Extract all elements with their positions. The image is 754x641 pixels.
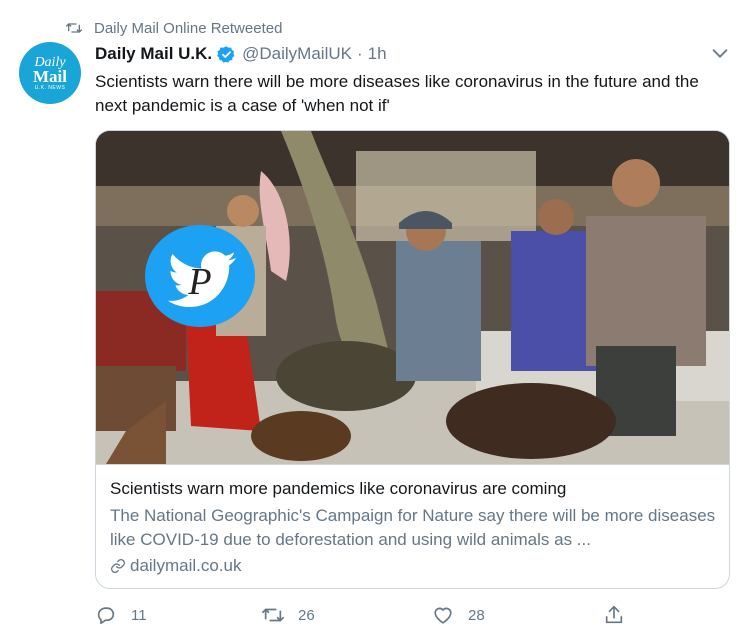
avatar-text-uknews: U.K. NEWS xyxy=(34,84,66,91)
account-handle[interactable]: @DailyMailUK xyxy=(242,44,352,64)
card-image[interactable]: P xyxy=(96,131,729,464)
reply-icon xyxy=(97,607,115,625)
twitter-bird-watermark-icon: P xyxy=(145,225,255,327)
retweet-icon xyxy=(66,23,82,33)
heart-icon xyxy=(434,607,452,624)
tweet-timestamp[interactable]: 1h xyxy=(368,44,387,64)
retweet-icon xyxy=(262,608,284,622)
retweeted-by-text: Daily Mail Online Retweeted xyxy=(94,19,283,37)
header-separator: · xyxy=(356,44,363,63)
avatar[interactable]: Daily Mail U.K. NEWS xyxy=(19,42,81,104)
card-body[interactable]: Scientists warn more pandemics like coro… xyxy=(96,464,729,578)
card-title: Scientists warn more pandemics like coro… xyxy=(110,479,567,498)
reply-count: 11 xyxy=(131,606,147,624)
retweet-count: 26 xyxy=(298,606,315,624)
verified-badge-icon xyxy=(217,45,235,63)
tweet-text: Scientists warn there will be more disea… xyxy=(95,72,699,115)
tweet-actions: 11 26 28 xyxy=(95,602,735,628)
share-button[interactable] xyxy=(603,602,625,628)
link-icon xyxy=(111,559,125,573)
card-domain-text: dailymail.co.uk xyxy=(130,556,242,575)
overlay-letter: P xyxy=(187,261,211,303)
tweet-header: Daily Mail U.K. @DailyMailUK · 1h xyxy=(95,42,387,66)
account-name[interactable]: Daily Mail U.K. xyxy=(95,44,212,64)
reply-button[interactable]: 11 xyxy=(95,602,147,628)
like-count: 28 xyxy=(468,606,485,624)
card-domain: dailymail.co.uk xyxy=(110,554,717,578)
share-icon xyxy=(605,605,623,624)
retweet-button[interactable]: 26 xyxy=(262,602,315,628)
retweeted-by-line[interactable]: Daily Mail Online Retweeted xyxy=(66,18,282,38)
card-description: The National Geographic's Campaign for N… xyxy=(110,506,716,549)
chevron-down-icon[interactable] xyxy=(709,42,731,64)
like-button[interactable]: 28 xyxy=(432,602,485,628)
link-card[interactable]: P Scientists warn more pandemics like co… xyxy=(95,130,730,589)
avatar-text-mail: Mail xyxy=(33,66,67,86)
